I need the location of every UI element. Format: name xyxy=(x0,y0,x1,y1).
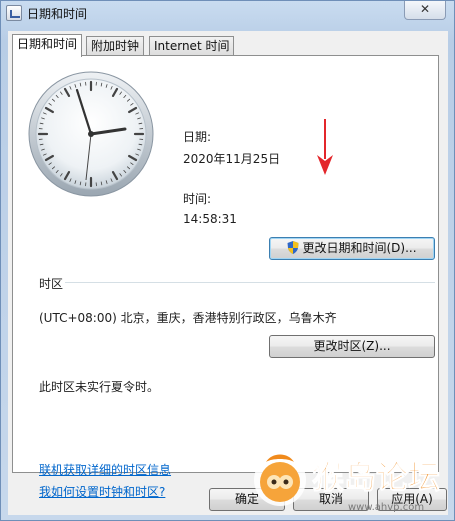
timezone-divider xyxy=(65,282,435,283)
timezone-section-title: 时区 xyxy=(39,277,64,291)
title-bar[interactable]: 日期和时间 ✕ xyxy=(1,1,454,25)
change-timezone-button[interactable]: 更改时区(Z)... xyxy=(269,335,435,358)
annotation-arrow-icon xyxy=(317,119,333,175)
close-button[interactable]: ✕ xyxy=(404,1,446,20)
analog-clock xyxy=(28,71,154,197)
time-label: 时间: xyxy=(183,192,212,206)
link-timezone-info-online[interactable]: 联机获取详细的时区信息 xyxy=(39,461,171,478)
watermark-text: 猴岛论坛 xyxy=(312,458,440,496)
time-value: 14:58:31 xyxy=(183,212,237,226)
dst-note: 此时区未实行夏令时。 xyxy=(39,380,160,394)
watermark-url: www.ahvp.com xyxy=(348,502,424,513)
calendar-clock-icon xyxy=(6,5,22,21)
date-label: 日期: xyxy=(183,130,212,144)
forum-watermark-logo: 猴岛论坛 www.ahvp.com xyxy=(254,454,441,513)
tab-date-time[interactable]: 日期和时间 xyxy=(12,34,83,57)
date-time-dialog: 日期和时间 ✕ 日期和时间 附加时钟 Internet 时间 日期: 2020年… xyxy=(0,0,455,521)
date-value: 2020年11月25日 xyxy=(183,152,281,166)
uac-shield-icon xyxy=(287,241,299,254)
tab-panel-date-time: 日期: 2020年11月25日 时间: 14:58:31 更改日期和时间(D).… xyxy=(12,55,439,499)
link-how-to-set-clock[interactable]: 我如何设置时钟和时区? xyxy=(39,483,165,500)
tab-additional-clocks[interactable]: 附加时钟 xyxy=(86,36,145,56)
change-date-time-button[interactable]: 更改日期和时间(D)... xyxy=(269,237,435,260)
change-date-time-label: 更改日期和时间(D)... xyxy=(302,241,417,255)
window-title: 日期和时间 xyxy=(27,7,88,21)
tab-internet-time[interactable]: Internet 时间 xyxy=(149,36,235,56)
timezone-value: (UTC+08:00) 北京，重庆，香港特别行政区，乌鲁木齐 xyxy=(39,311,337,325)
